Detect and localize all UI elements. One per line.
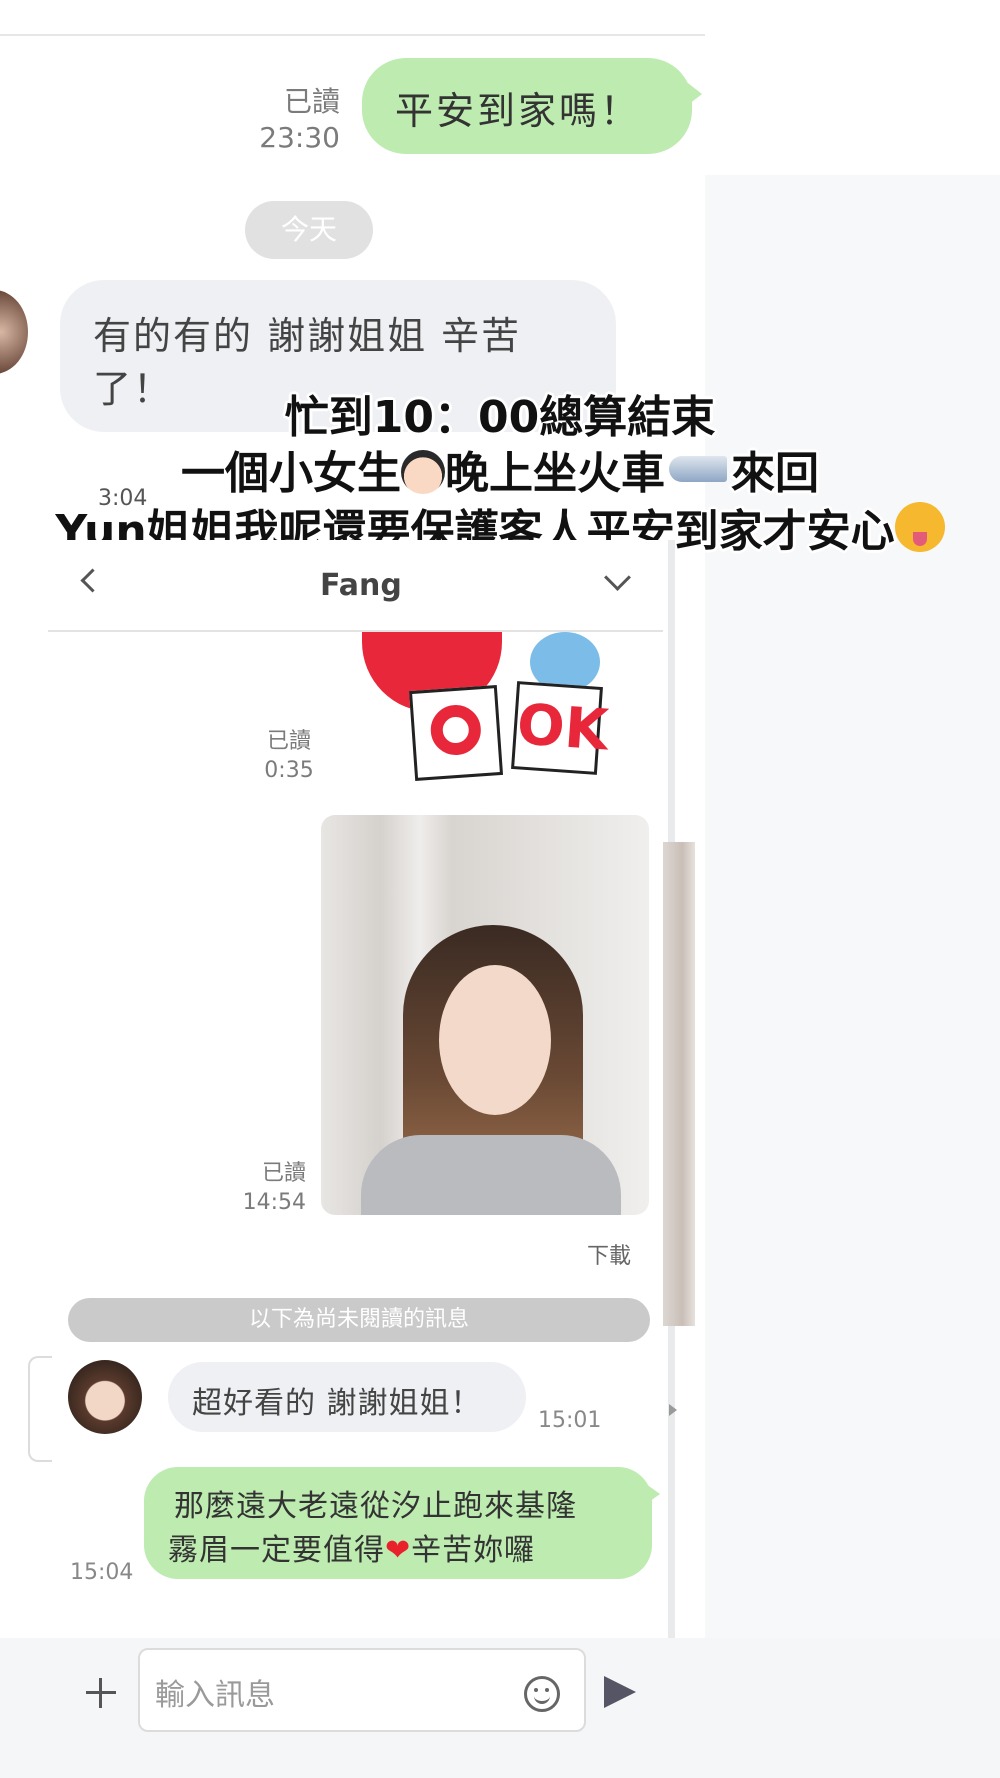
photo-message[interactable] [321,815,649,1215]
overlay-caption: 忙到10：00總算結束 一個小女生 晚上坐火車 來回 Yun姐姐我呢還要保護客人平安… [0,390,1000,560]
divider [0,34,705,36]
photo-hoodie [361,1135,621,1215]
read-receipt: 已讀 0:35 [264,729,314,783]
date-divider: 今天 [245,201,373,259]
download-link[interactable]: 下載 [587,1238,631,1270]
send-icon[interactable] [604,1676,636,1708]
caption-line-2: 一個小女生 晚上坐火車 來回 [181,448,819,499]
message-time: 15:04 [70,1560,134,1585]
message-time: 15:01 [538,1408,602,1433]
squinting-tongue-emoji-icon [894,502,945,552]
ok-sticker[interactable]: OK [360,632,640,781]
avatar[interactable] [68,1360,142,1434]
heart-emoji-icon: ❤ [385,1533,412,1568]
outgoing-message-bubble[interactable]: 那麼遠大老遠從汐止跑來基隆 霧眉一定要值得❤辛苦妳囉 [144,1467,652,1579]
message-input-placeholder: 輸入訊息 [155,1678,275,1713]
incoming-message-bubble[interactable]: 超好看的 謝謝姐姐！ [168,1362,526,1432]
read-receipt: 已讀 23:30 [259,85,340,155]
train-emoji-icon [669,456,727,482]
read-receipt: 已讀 14:54 [242,1161,306,1215]
sticker-card-k: OK [511,681,610,775]
girl-emoji-icon [401,450,445,494]
photo-face [439,965,551,1115]
outgoing-message-bubble[interactable]: 平安到家嗎！ [362,58,692,154]
partial-input-box [28,1356,52,1462]
image-preview-edge [663,842,695,1326]
sticker-card-o [408,685,504,781]
emoji-icon[interactable] [524,1676,560,1712]
chat-title: Fang [320,568,402,603]
bubble-tail [646,1484,660,1504]
caption-line-1: 忙到10：00總算結束 [284,392,716,443]
add-icon[interactable] [86,1678,116,1708]
bubble-tail [684,80,702,108]
unread-divider: 以下為尚未閱讀的訊息 [68,1298,650,1342]
chevron-right-icon[interactable] [669,1404,677,1416]
